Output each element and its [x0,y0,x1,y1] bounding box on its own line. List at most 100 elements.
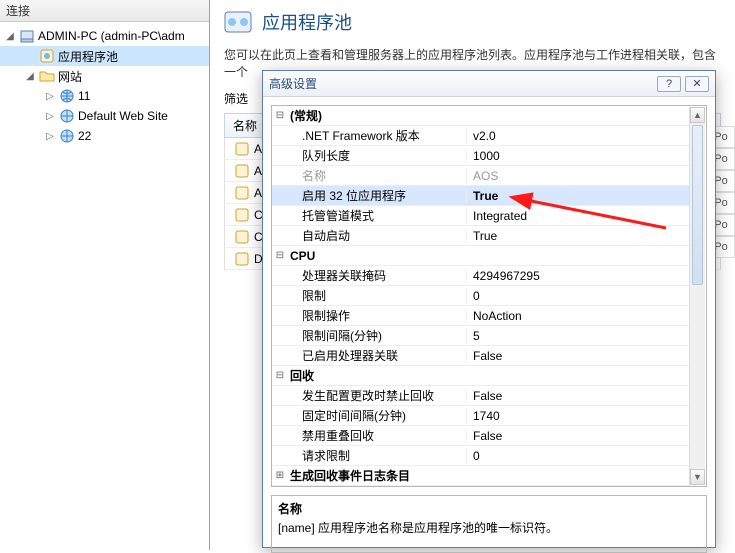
property-name: 请求限制 [288,447,466,464]
help-property-name: 名称 [278,500,700,517]
folder-icon [39,68,55,84]
dialog-titlebar[interactable]: 高级设置 ? ✕ [263,71,715,97]
sites-label: 网站 [58,68,82,85]
category-row[interactable]: ⊞生成回收事件日志条目 [272,466,690,486]
property-value[interactable]: 1740 [466,409,690,423]
app-pool-icon [39,48,55,64]
collapse-icon[interactable]: ⊟ [272,110,288,121]
property-value[interactable]: Integrated [466,209,690,223]
pool-icon [234,207,250,223]
expand-icon[interactable]: ◢ [4,31,16,42]
scroll-down-icon[interactable]: ▼ [690,469,705,485]
property-row[interactable]: 已启用处理器关联False [272,346,690,366]
property-row[interactable]: ⊞特定时间TimeSpan[] Array [272,486,690,487]
property-value[interactable]: 0 [466,289,690,303]
property-value[interactable]: NoAction [466,309,690,323]
dialog-title: 高级设置 [269,75,653,92]
property-value[interactable]: v2.0 [466,129,690,143]
pool-icon [234,163,250,179]
page-title-row: 应用程序池 [210,0,735,42]
property-name: 启用 32 位应用程序 [288,187,466,204]
pool-icon [234,141,250,157]
property-name: .NET Framework 版本 [288,127,466,144]
property-name: 自动启动 [288,227,466,244]
server-icon [19,28,35,44]
property-name: 固定时间间隔(分钟) [288,407,466,424]
tree-sites-node[interactable]: ◢ 网站 [0,66,209,86]
property-name: 限制间隔(分钟) [288,327,466,344]
property-value[interactable]: False [466,389,690,403]
server-label: ADMIN-PC (admin-PC\adm [38,29,185,43]
property-name: 已启用处理器关联 [288,347,466,364]
property-row[interactable]: 禁用重叠回收False [272,426,690,446]
property-row[interactable]: 请求限制0 [272,446,690,466]
page-title: 应用程序池 [262,9,352,35]
property-row[interactable]: 限制操作NoAction [272,306,690,326]
connections-header: 连接 [0,0,209,22]
property-value[interactable]: 1000 [466,149,690,163]
pool-name: A [254,142,262,156]
property-row[interactable]: 发生配置更改时禁止回收False [272,386,690,406]
pool-name: A [254,186,262,200]
property-row[interactable]: 处理器关联掩码4294967295 [272,266,690,286]
help-button[interactable]: ? [657,76,681,92]
property-row[interactable]: 限制间隔(分钟)5 [272,326,690,346]
tree-site-item[interactable]: ▷ 22 [0,126,209,146]
connections-tree: ◢ ADMIN-PC (admin-PC\adm 应用程序池 ◢ 网站 ▷ 11… [0,22,209,150]
collapse-icon[interactable]: ⊟ [272,250,288,261]
property-name: 限制操作 [288,307,466,324]
property-name: 队列长度 [288,147,466,164]
help-property-desc: [name] 应用程序池名称是应用程序池的唯一标识符。 [278,519,700,536]
property-name: 发生配置更改时禁止回收 [288,387,466,404]
advanced-settings-dialog: 高级设置 ? ✕ ⊟(常规).NET Framework 版本v2.0队列长度1… [262,70,716,548]
expand-icon[interactable]: ▷ [44,131,56,142]
collapse-icon[interactable]: ⊟ [272,370,288,381]
property-value[interactable]: False [466,429,690,443]
property-row[interactable]: 队列长度1000 [272,146,690,166]
close-button[interactable]: ✕ [685,76,709,92]
property-help-box: 名称 [name] 应用程序池名称是应用程序池的唯一标识符。 [271,495,707,553]
property-value[interactable]: True [466,229,690,243]
pool-icon [234,229,250,245]
property-value[interactable]: True [466,189,690,203]
property-row[interactable]: 启用 32 位应用程序True [272,186,690,206]
pool-icon [234,185,250,201]
tree-app-pools[interactable]: 应用程序池 [0,46,209,66]
tree-site-item[interactable]: ▷ 11 [0,86,209,106]
connections-panel: 连接 ◢ ADMIN-PC (admin-PC\adm 应用程序池 ◢ 网站 ▷… [0,0,210,550]
property-value[interactable]: AOS [466,169,690,183]
scroll-up-icon[interactable]: ▲ [690,107,705,123]
tree-site-item[interactable]: ▷ Default Web Site [0,106,209,126]
property-name: 限制 [288,287,466,304]
pool-name: A [254,164,262,178]
expand-icon[interactable]: ▷ [44,111,56,122]
property-name: 名称 [288,167,466,184]
globe-icon [59,108,75,124]
property-row[interactable]: 托管管道模式Integrated [272,206,690,226]
globe-icon [59,88,75,104]
property-row[interactable]: 固定时间间隔(分钟)1740 [272,406,690,426]
property-row[interactable]: 自动启动True [272,226,690,246]
property-row[interactable]: 限制0 [272,286,690,306]
property-value[interactable]: 5 [466,329,690,343]
property-value[interactable]: 0 [466,449,690,463]
property-row[interactable]: 名称AOS [272,166,690,186]
category-row[interactable]: ⊟回收 [272,366,690,386]
scroll-thumb[interactable] [692,125,703,285]
property-grid[interactable]: ⊟(常规).NET Framework 版本v2.0队列长度1000名称AOS启… [271,105,707,487]
category-row[interactable]: ⊟CPU [272,246,690,266]
expand-icon[interactable]: ◢ [24,71,36,82]
expand-icon[interactable]: ▷ [44,91,56,102]
pool-icon [234,251,250,267]
vertical-scrollbar[interactable]: ▲ ▼ [689,107,705,485]
category-row[interactable]: ⊟(常规) [272,106,690,126]
property-name: 禁用重叠回收 [288,427,466,444]
property-row[interactable]: .NET Framework 版本v2.0 [272,126,690,146]
collapse-icon[interactable]: ⊞ [272,470,288,481]
app-pools-label: 应用程序池 [58,48,118,65]
property-name: 处理器关联掩码 [288,267,466,284]
property-value[interactable]: False [466,349,690,363]
app-pool-large-icon [222,6,254,38]
property-value[interactable]: 4294967295 [466,269,690,283]
tree-server-node[interactable]: ◢ ADMIN-PC (admin-PC\adm [0,26,209,46]
